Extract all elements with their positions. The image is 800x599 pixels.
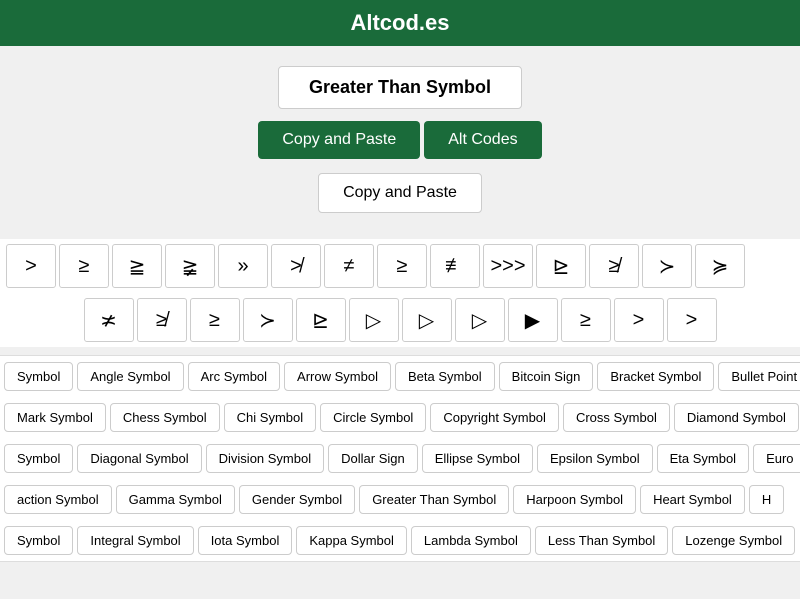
symbol-cell[interactable]: ≢ bbox=[430, 244, 480, 288]
symbol-cell[interactable]: ≥ bbox=[59, 244, 109, 288]
category-tag[interactable]: Beta Symbol bbox=[395, 362, 495, 391]
symbol-cell[interactable]: ≽ bbox=[695, 244, 745, 288]
category-tag[interactable]: Iota Symbol bbox=[198, 526, 293, 555]
category-tag[interactable]: Chess Symbol bbox=[110, 403, 220, 432]
category-tag[interactable]: Bracket Symbol bbox=[597, 362, 714, 391]
symbol-cell[interactable]: ≭ bbox=[84, 298, 134, 342]
category-tag[interactable]: Arc Symbol bbox=[188, 362, 280, 391]
category-tag[interactable]: Lambda Symbol bbox=[411, 526, 531, 555]
category-tag[interactable]: Epsilon Symbol bbox=[537, 444, 653, 473]
category-tag[interactable]: Ellipse Symbol bbox=[422, 444, 533, 473]
site-title: Altcod.es bbox=[350, 10, 449, 35]
category-tag[interactable]: Symbol bbox=[4, 362, 73, 391]
symbol-cell[interactable]: » bbox=[218, 244, 268, 288]
symbol-cell[interactable]: ≱ bbox=[589, 244, 639, 288]
category-tag[interactable]: Circle Symbol bbox=[320, 403, 426, 432]
symbol-row-1: >≥≧≩»≯≠≥≢>>>⊵≱≻≽ bbox=[0, 239, 800, 293]
category-tag[interactable]: Less Than Symbol bbox=[535, 526, 668, 555]
category-row: SymbolDiagonal SymbolDivision SymbolDoll… bbox=[0, 438, 800, 479]
category-row: Mark SymbolChess SymbolChi SymbolCircle … bbox=[0, 397, 800, 438]
site-header: Altcod.es bbox=[0, 0, 800, 46]
symbol-cell[interactable]: ≩ bbox=[165, 244, 215, 288]
symbols-section: >≥≧≩»≯≠≥≢>>>⊵≱≻≽ ≭≱≥≻⊵▷▷▷▶≥>> bbox=[0, 235, 800, 351]
category-tag[interactable]: Kappa Symbol bbox=[296, 526, 407, 555]
symbol-cell[interactable]: ⊵ bbox=[296, 298, 346, 342]
symbol-cell[interactable]: ≧ bbox=[112, 244, 162, 288]
symbol-cell[interactable]: ▷ bbox=[349, 298, 399, 342]
category-tag[interactable]: Harpoon Symbol bbox=[513, 485, 636, 514]
category-tag[interactable]: Euro bbox=[753, 444, 800, 473]
category-tag[interactable]: Angle Symbol bbox=[77, 362, 183, 391]
category-row: action SymbolGamma SymbolGender SymbolGr… bbox=[0, 479, 800, 520]
symbol-cell[interactable]: ≱ bbox=[137, 298, 187, 342]
symbol-cell[interactable]: > bbox=[614, 298, 664, 342]
symbol-row-2: ≭≱≥≻⊵▷▷▷▶≥>> bbox=[0, 293, 800, 347]
category-tag[interactable]: Copyright Symbol bbox=[430, 403, 559, 432]
category-tag[interactable]: Eta Symbol bbox=[657, 444, 749, 473]
category-section: SymbolAngle SymbolArc SymbolArrow Symbol… bbox=[0, 355, 800, 562]
symbol-cell[interactable]: ≯ bbox=[271, 244, 321, 288]
category-tag[interactable]: Dollar Sign bbox=[328, 444, 418, 473]
category-tag[interactable]: Greater Than Symbol bbox=[359, 485, 509, 514]
category-tag[interactable]: Diagonal Symbol bbox=[77, 444, 201, 473]
page-title-button[interactable]: Greater Than Symbol bbox=[278, 66, 522, 109]
category-tag[interactable]: Gamma Symbol bbox=[116, 485, 235, 514]
category-tag[interactable]: Bullet Point bbox=[718, 362, 800, 391]
symbol-cell[interactable]: ≥ bbox=[561, 298, 611, 342]
category-row: SymbolAngle SymbolArc SymbolArrow Symbol… bbox=[0, 356, 800, 397]
category-tag[interactable]: Bitcoin Sign bbox=[499, 362, 594, 391]
symbol-cell[interactable]: ≻ bbox=[642, 244, 692, 288]
symbol-cell[interactable]: ≻ bbox=[243, 298, 293, 342]
category-tag[interactable]: Cross Symbol bbox=[563, 403, 670, 432]
category-tag[interactable]: H bbox=[749, 485, 784, 514]
symbol-cell[interactable]: ≠ bbox=[324, 244, 374, 288]
category-tag[interactable]: Arrow Symbol bbox=[284, 362, 391, 391]
category-tag[interactable]: Gender Symbol bbox=[239, 485, 355, 514]
symbol-cell[interactable]: ▶ bbox=[508, 298, 558, 342]
category-tag[interactable]: Lozenge Symbol bbox=[672, 526, 795, 555]
category-tag[interactable]: Integral Symbol bbox=[77, 526, 193, 555]
symbol-cell[interactable]: ▷ bbox=[455, 298, 505, 342]
alt-codes-button[interactable]: Alt Codes bbox=[424, 121, 541, 159]
subtitle-button[interactable]: Copy and Paste bbox=[318, 173, 482, 213]
action-buttons: Copy and Paste Alt Codes bbox=[0, 121, 800, 159]
category-row: SymbolIntegral SymbolIota SymbolKappa Sy… bbox=[0, 520, 800, 561]
symbol-cell[interactable]: ≥ bbox=[377, 244, 427, 288]
category-tag[interactable]: Diamond Symbol bbox=[674, 403, 799, 432]
category-tag[interactable]: action Symbol bbox=[4, 485, 112, 514]
symbol-grid: >≥≧≩»≯≠≥≢>>>⊵≱≻≽ ≭≱≥≻⊵▷▷▷▶≥>> bbox=[0, 239, 800, 347]
symbol-cell[interactable]: >>> bbox=[483, 244, 533, 288]
main-content: Greater Than Symbol Copy and Paste Alt C… bbox=[0, 46, 800, 235]
category-tag[interactable]: Division Symbol bbox=[206, 444, 324, 473]
symbol-cell[interactable]: ▷ bbox=[402, 298, 452, 342]
category-tag[interactable]: Heart Symbol bbox=[640, 485, 745, 514]
category-tag[interactable]: Symbol bbox=[4, 444, 73, 473]
category-tag[interactable]: Chi Symbol bbox=[224, 403, 316, 432]
symbol-cell[interactable]: ≥ bbox=[190, 298, 240, 342]
copy-paste-button[interactable]: Copy and Paste bbox=[258, 121, 420, 159]
symbol-cell[interactable]: > bbox=[667, 298, 717, 342]
symbol-cell[interactable]: > bbox=[6, 244, 56, 288]
category-tag[interactable]: Symbol bbox=[4, 526, 73, 555]
category-tag[interactable]: Mark Symbol bbox=[4, 403, 106, 432]
symbol-cell[interactable]: ⊵ bbox=[536, 244, 586, 288]
